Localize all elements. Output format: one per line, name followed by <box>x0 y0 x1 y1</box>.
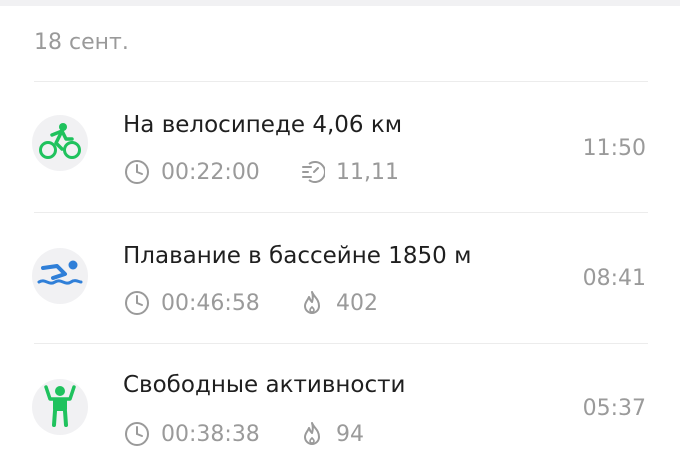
flame-icon <box>298 420 326 448</box>
clock-icon <box>123 420 151 448</box>
activity-item-cycling[interactable]: На велосипеде 4,06 км 00:22:00 11,11 11:… <box>0 82 680 212</box>
activity-avatar <box>32 379 88 435</box>
activity-title: На велосипеде 4,06 км <box>123 112 403 138</box>
activity-duration: 00:46:58 <box>161 290 260 316</box>
activity-meta: 00:22:00 11,11 <box>123 158 399 186</box>
date-header: 18 сент. <box>34 30 129 55</box>
clock-icon <box>123 158 151 186</box>
activity-duration: 00:38:38 <box>161 421 260 447</box>
free-activity-icon <box>42 383 78 431</box>
activity-stat: 402 <box>298 289 378 317</box>
activity-stat: 11,11 <box>298 158 399 186</box>
activity-item-free-activity[interactable]: Свободные активности 00:38:38 94 05:37 <box>0 344 680 474</box>
activity-duration: 00:22:00 <box>161 159 260 185</box>
activity-avatar <box>32 115 88 171</box>
activity-meta: 00:46:58 402 <box>123 289 378 317</box>
top-bar <box>0 0 680 6</box>
swimming-icon <box>37 258 83 294</box>
speedometer-icon <box>298 158 326 186</box>
activity-stat-value: 94 <box>336 421 364 447</box>
activity-meta: 00:38:38 94 <box>123 420 364 448</box>
cycling-icon <box>38 121 82 165</box>
activity-avatar <box>32 248 88 304</box>
activity-stat-value: 402 <box>336 290 378 316</box>
activity-title: Свободные активности <box>123 372 406 398</box>
clock-icon <box>123 289 151 317</box>
activity-time: 08:41 <box>582 266 646 291</box>
activity-title: Плавание в бассейне 1850 м <box>123 243 472 269</box>
flame-icon <box>298 289 326 317</box>
activity-item-swimming[interactable]: Плавание в бассейне 1850 м 00:46:58 402 … <box>0 213 680 343</box>
activity-stat-value: 11,11 <box>336 159 399 185</box>
activity-time: 11:50 <box>582 136 646 161</box>
activity-stat: 94 <box>298 420 364 448</box>
activity-time: 05:37 <box>582 396 646 421</box>
